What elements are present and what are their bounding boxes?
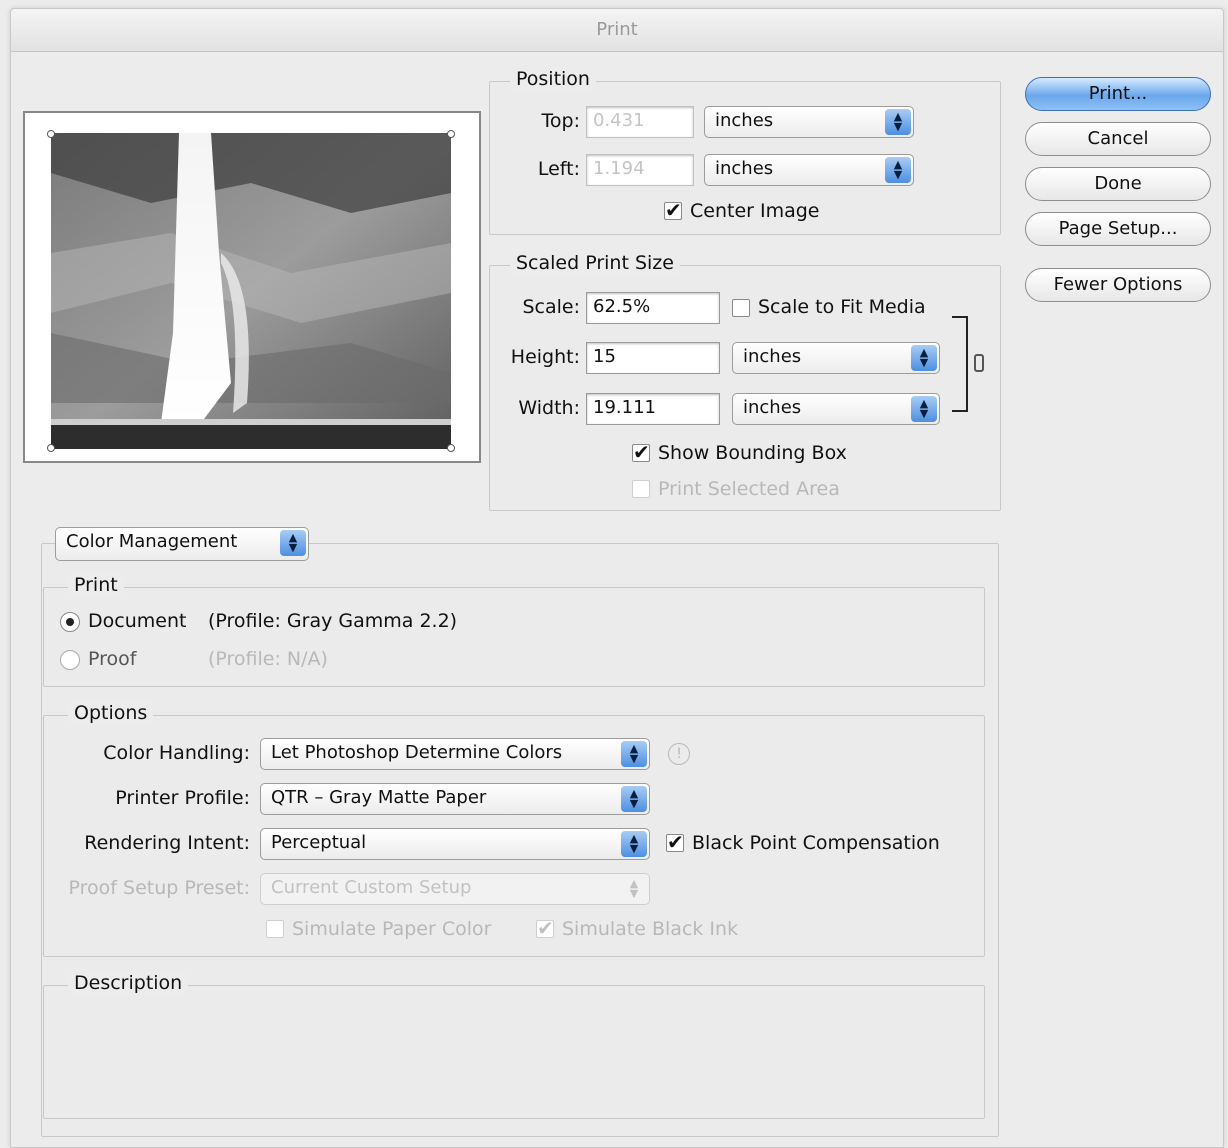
height-label: Height: [510, 346, 580, 368]
window-title: Print [11, 9, 1223, 52]
top-field[interactable]: 0.431 [586, 106, 694, 138]
select-arrows-icon: ▲ ▼ [621, 831, 647, 857]
printer-profile-value: QTR – Gray Matte Paper [271, 787, 487, 808]
left-label: Left: [537, 158, 580, 180]
position-title: Position [510, 68, 596, 90]
document-label: Document [88, 610, 187, 632]
select-arrows-icon: ▲ ▼ [621, 876, 647, 902]
scale-field[interactable]: 62.5% [586, 292, 720, 324]
printer-profile-label: Printer Profile: [115, 787, 250, 809]
color-handling-select[interactable]: Let Photoshop Determine Colors ▲ ▼ [260, 738, 650, 770]
color-management-value: Color Management [66, 531, 238, 552]
scale-to-fit-label: Scale to Fit Media [758, 296, 926, 318]
print-preview [23, 111, 481, 463]
width-label: Width: [518, 397, 580, 419]
rendering-intent-value: Perceptual [271, 832, 367, 853]
rendering-intent-select[interactable]: Perceptual ▲ ▼ [260, 828, 650, 860]
scaled-print-size-group: Scaled Print Size Scale: 62.5% Scale to … [489, 252, 1001, 511]
proof-setup-value: Current Custom Setup [271, 877, 472, 898]
height-unit-value: inches [743, 346, 802, 367]
color-management-select[interactable]: Color Management ▲ ▼ [55, 527, 309, 561]
scale-label: Scale: [522, 296, 580, 318]
fewer-options-button[interactable]: Fewer Options [1025, 268, 1211, 302]
select-arrows-icon: ▲ ▼ [621, 741, 647, 767]
document-radio[interactable] [60, 612, 80, 632]
height-unit-select[interactable]: inches ▲ ▼ [732, 342, 940, 374]
print-dialog: Print Position Top: 0.431 inches ▲ ▼ Lef… [10, 8, 1224, 1148]
bounding-handle-br[interactable] [447, 444, 455, 452]
constrain-bracket [952, 316, 968, 412]
print-button[interactable]: Print... [1025, 77, 1211, 111]
done-button[interactable]: Done [1025, 167, 1211, 201]
options-title: Options [68, 702, 154, 724]
select-arrows-icon: ▲ ▼ [885, 109, 911, 135]
black-point-checkbox[interactable]: ✔ [666, 832, 684, 852]
black-point-label: Black Point Compensation [692, 832, 940, 854]
warning-info-icon[interactable]: ! [668, 743, 690, 765]
print-selected-area-label: Print Selected Area [658, 478, 840, 500]
width-unit-select[interactable]: inches ▲ ▼ [732, 393, 940, 425]
select-arrows-icon: ▲ ▼ [280, 530, 306, 556]
simulate-paper-label: Simulate Paper Color [292, 918, 492, 940]
show-bounding-box-label: Show Bounding Box [658, 442, 847, 464]
left-field[interactable]: 1.194 [586, 154, 694, 186]
document-profile: (Profile: Gray Gamma 2.2) [208, 610, 458, 632]
bounding-handle-tr[interactable] [447, 130, 455, 138]
show-bounding-box-checkbox[interactable]: ✔ [632, 442, 650, 462]
description-group: Description [43, 972, 985, 1119]
proof-profile: (Profile: N/A) [208, 648, 328, 670]
proof-radio[interactable] [60, 650, 80, 670]
scale-to-fit-checkbox[interactable] [732, 299, 750, 317]
print-selected-area-checkbox[interactable] [632, 480, 650, 498]
select-arrows-icon: ▲ ▼ [885, 157, 911, 183]
simulate-ink-label: Simulate Black Ink [562, 918, 739, 940]
top-unit-select[interactable]: inches ▲ ▼ [704, 106, 914, 138]
cancel-button[interactable]: Cancel [1025, 122, 1211, 156]
height-field[interactable]: 15 [586, 342, 720, 374]
select-arrows-icon: ▲ ▼ [911, 396, 937, 422]
proof-setup-select[interactable]: Current Custom Setup ▲ ▼ [260, 873, 650, 905]
top-label: Top: [541, 110, 580, 132]
color-handling-value: Let Photoshop Determine Colors [271, 742, 563, 763]
width-unit-value: inches [743, 397, 802, 418]
select-arrows-icon: ▲ ▼ [621, 786, 647, 812]
center-image-checkbox[interactable]: ✔ [664, 200, 682, 220]
description-title: Description [68, 972, 189, 994]
position-group: Position Top: 0.431 inches ▲ ▼ Left: 1.19… [489, 68, 1001, 235]
scaled-title: Scaled Print Size [510, 252, 680, 274]
printer-profile-select[interactable]: QTR – Gray Matte Paper ▲ ▼ [260, 783, 650, 815]
top-unit-value: inches [715, 110, 774, 131]
proof-label: Proof [88, 648, 137, 670]
left-unit-select[interactable]: inches ▲ ▼ [704, 154, 914, 186]
simulate-paper-checkbox[interactable] [266, 920, 284, 938]
print-source-group: Print Document (Profile: Gray Gamma 2.2)… [43, 574, 985, 687]
select-arrows-icon: ▲ ▼ [911, 345, 937, 371]
options-group: Options Color Handling: Let Photoshop De… [43, 702, 985, 957]
left-unit-value: inches [715, 158, 774, 179]
proof-setup-label: Proof Setup Preset: [68, 877, 250, 899]
print-source-title: Print [68, 574, 124, 596]
simulate-ink-checkbox[interactable]: ✔ [536, 918, 554, 938]
page-setup-button[interactable]: Page Setup... [1025, 212, 1211, 246]
color-handling-label: Color Handling: [103, 742, 250, 764]
bounding-handle-tl[interactable] [47, 130, 55, 138]
bounding-handle-bl[interactable] [47, 444, 55, 452]
rendering-intent-label: Rendering Intent: [84, 832, 250, 854]
width-field[interactable]: 19.111 [586, 393, 720, 425]
center-image-label: Center Image [690, 200, 820, 222]
link-icon[interactable] [974, 354, 984, 372]
preview-image [51, 133, 451, 449]
